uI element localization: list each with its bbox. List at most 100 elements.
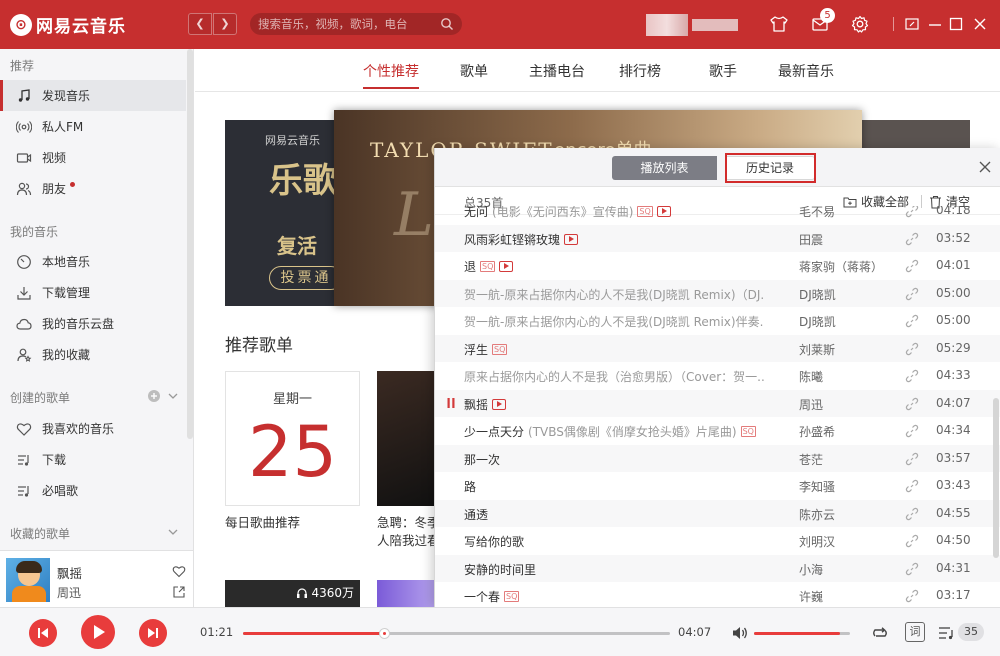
sidebar-item-liked-music[interactable]: 我喜欢的音乐	[0, 413, 186, 444]
mv-play-icon[interactable]	[492, 398, 507, 410]
tab-playlists[interactable]: 歌单	[460, 61, 488, 81]
gear-icon[interactable]	[850, 14, 870, 34]
sidebar-item-private-fm[interactable]: 私人FM	[0, 111, 186, 142]
chevron-down-icon[interactable]	[167, 525, 179, 539]
tab-play-queue[interactable]: 播放列表	[612, 156, 717, 180]
source-link-icon[interactable]	[905, 562, 919, 576]
source-link-icon[interactable]	[905, 287, 919, 301]
back-button[interactable]: ❮	[188, 13, 212, 35]
sidebar-item-video[interactable]: 视频	[0, 142, 186, 173]
song-artist[interactable]: 刘明汉	[799, 533, 835, 550]
song-row[interactable]: 浮生 SQ 刘莱斯 05:29	[435, 334, 1000, 362]
song-artist[interactable]: 毛不易	[799, 206, 835, 220]
song-artist[interactable]: DJ晓凯	[799, 286, 836, 303]
search-input[interactable]	[258, 13, 436, 35]
song-row[interactable]: 通透 陈亦云 04:55	[435, 499, 1000, 527]
banner-slide-left[interactable]: 网易云音乐 乐歌 复活 投票通	[225, 120, 345, 306]
song-artist[interactable]: 陈曦	[799, 368, 823, 385]
close-icon[interactable]	[978, 160, 992, 174]
tab-new-music[interactable]: 最新音乐	[778, 61, 834, 81]
song-row[interactable]: 写给你的歌 刘明汉 04:50	[435, 527, 1000, 555]
daily-recommend-label[interactable]: 每日歌曲推荐	[225, 512, 300, 531]
playlist-queue-icon[interactable]	[938, 625, 956, 641]
lyrics-button[interactable]: 词	[905, 622, 925, 642]
playlist-card-label[interactable]: 急聘：冬季	[377, 512, 440, 531]
playlist-card-cover[interactable]	[377, 580, 437, 607]
sidebar-item-my-collection[interactable]: 我的收藏	[0, 339, 186, 370]
song-row[interactable]: 风雨彩虹铿锵玫瑰 田震 03:52	[435, 224, 1000, 252]
source-link-icon[interactable]	[905, 259, 919, 273]
loop-icon[interactable]	[871, 624, 889, 642]
song-artist[interactable]: 孙盛希	[799, 423, 835, 440]
minimize-icon[interactable]	[925, 14, 945, 34]
daily-recommend-card[interactable]: 星期一 25	[225, 371, 360, 506]
mini-mode-icon[interactable]	[902, 14, 922, 34]
sidebar-item-must-sing[interactable]: 必唱歌	[0, 475, 186, 506]
source-link-icon[interactable]	[905, 397, 919, 411]
song-row[interactable]: 飘摇 周迅 04:07	[435, 389, 1000, 417]
sidebar-item-local-music[interactable]: 本地音乐	[0, 246, 186, 277]
skin-icon[interactable]	[769, 14, 789, 34]
source-link-icon[interactable]	[905, 507, 919, 521]
song-row[interactable]: 安静的时间里 小海 04:31	[435, 554, 1000, 582]
source-link-icon[interactable]	[905, 479, 919, 493]
tab-anchor-radio[interactable]: 主播电台	[529, 61, 585, 81]
mv-play-icon[interactable]	[499, 261, 514, 272]
song-artist[interactable]: DJ晓凯	[799, 313, 836, 330]
song-row[interactable]: 贺一航-原来占据你内心的人不是我(DJ晓凯 Remix)（DJ...SQ DJ晓凯…	[435, 279, 1000, 307]
playlist-card-label-line2[interactable]: 人陪我过看	[377, 530, 440, 549]
song-artist[interactable]: 周迅	[799, 396, 823, 413]
sidebar-item-cloud-drive[interactable]: 我的音乐云盘	[0, 308, 186, 339]
song-artist[interactable]: 小海	[799, 561, 823, 578]
app-logo[interactable]: ⊙ 网易云音乐	[10, 12, 126, 37]
progress-handle[interactable]	[378, 628, 390, 639]
song-row[interactable]: 贺一航-原来占据你内心的人不是我(DJ晓凯 Remix)伴奏...SQ DJ晓凯 0…	[435, 307, 1000, 335]
next-button[interactable]	[139, 619, 167, 647]
song-row[interactable]: 原来占据你内心的人不是我（治愈男版）（Cover：贺一...SQ 陈曦 04:33	[435, 362, 1000, 390]
volume-slider[interactable]	[754, 632, 850, 635]
playlist-scrollbar[interactable]	[993, 398, 999, 558]
source-link-icon[interactable]	[905, 232, 919, 246]
tab-history[interactable]: 历史记录	[725, 156, 815, 180]
source-link-icon[interactable]	[905, 589, 919, 603]
song-artist[interactable]: 刘莱斯	[799, 341, 835, 358]
song-row[interactable]: 无问 (电影《无问西东》宣传曲) SQ 毛不易 04:18	[435, 206, 1000, 225]
tab-charts[interactable]: 排行榜	[619, 61, 661, 81]
source-link-icon[interactable]	[905, 452, 919, 466]
song-row[interactable]: 退 SQ 蒋家驹（蒋蒋） 04:01	[435, 252, 1000, 280]
source-link-icon[interactable]	[905, 534, 919, 548]
sidebar-item-discover-music[interactable]: 发现音乐	[0, 80, 186, 111]
chevron-down-icon[interactable]	[167, 389, 179, 403]
now-playing-title[interactable]: 飘摇	[57, 563, 82, 582]
recommend-playlists-title[interactable]: 推荐歌单	[225, 331, 293, 356]
user-name[interactable]	[692, 19, 738, 31]
now-playing-card[interactable]: 飘摇 周迅	[0, 550, 194, 607]
search-icon[interactable]	[440, 17, 454, 31]
forward-button[interactable]: ❯	[213, 13, 237, 35]
song-artist[interactable]: 苍茫	[799, 451, 823, 468]
sidebar-scrollbar[interactable]	[187, 49, 193, 439]
playlist-card-cover[interactable]: 4360万	[225, 580, 360, 607]
close-icon[interactable]	[970, 14, 990, 34]
volume-icon[interactable]	[731, 625, 749, 641]
song-row[interactable]: 路 李知骚 03:43	[435, 472, 1000, 500]
play-button[interactable]	[81, 615, 115, 649]
user-avatar[interactable]	[646, 14, 688, 36]
source-link-icon[interactable]	[905, 342, 919, 356]
mv-play-icon[interactable]	[564, 233, 579, 245]
now-playing-artist[interactable]: 周迅	[57, 584, 81, 601]
album-cover[interactable]	[6, 558, 50, 602]
maximize-icon[interactable]	[946, 14, 966, 34]
song-artist[interactable]: 李知骚	[799, 478, 835, 495]
source-link-icon[interactable]	[905, 314, 919, 328]
song-artist[interactable]: 田震	[799, 231, 823, 248]
tab-artists[interactable]: 歌手	[709, 61, 737, 81]
add-playlist-icon[interactable]	[147, 389, 161, 403]
song-row[interactable]: 少一点天分 (TVBS偶像剧《俏摩女抢头婚》片尾曲) SQ 孙盛希 04:34	[435, 417, 1000, 445]
source-link-icon[interactable]	[905, 424, 919, 438]
like-icon[interactable]	[172, 564, 186, 578]
song-artist[interactable]: 陈亦云	[799, 506, 835, 523]
playlist-card-cover[interactable]	[377, 371, 437, 506]
source-link-icon[interactable]	[905, 206, 919, 218]
progress-bar[interactable]	[243, 628, 670, 639]
